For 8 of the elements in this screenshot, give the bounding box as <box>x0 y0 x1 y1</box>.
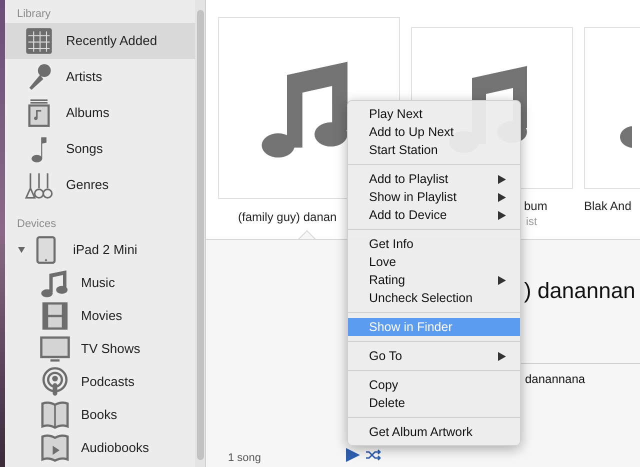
album-title: (family guy) danan <box>238 209 337 226</box>
album-title: bum <box>524 198 548 215</box>
section-header: Library <box>16 7 51 22</box>
song-count: 1 song <box>228 451 262 466</box>
album-heading: ) danannan <box>524 277 636 305</box>
album-artist: ist <box>526 215 537 230</box>
album-title: Blak And <box>584 198 632 215</box>
section-header: Devices <box>16 217 56 232</box>
